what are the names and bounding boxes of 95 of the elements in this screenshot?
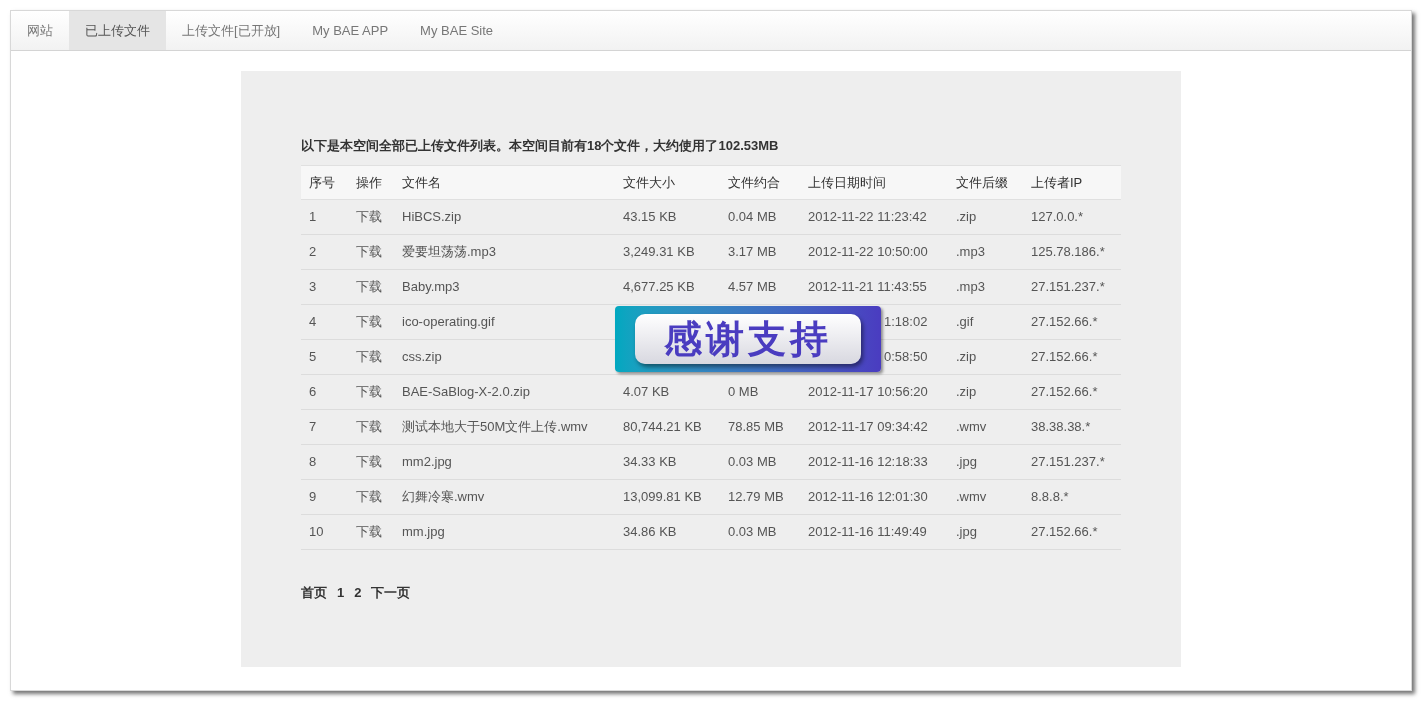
upload-time: 2012-11-21 11:43:55 <box>808 279 927 295</box>
download-link[interactable]: 下载 <box>356 209 382 225</box>
row-number: 3 <box>309 279 317 295</box>
uploader-ip: 27.151.237.* <box>1031 279 1105 295</box>
sticker-text: 感谢支持 <box>664 320 832 358</box>
file-size: 80,744.21 KB <box>623 419 702 435</box>
file-size-mb: 0.04 MB <box>728 209 777 225</box>
file-size-mb: 4.57 MB <box>728 279 777 295</box>
file-extension: .jpg <box>956 454 977 470</box>
page-link[interactable]: 下一页 <box>371 583 411 603</box>
column-header: 上传者IP <box>1031 174 1083 190</box>
row-number: 10 <box>309 524 324 540</box>
summary-text: 以下是本空间全部已上传文件列表。本空间目前有18个文件，大约使用了102.53MB <box>301 137 780 155</box>
file-name: 爱要坦荡荡.mp3 <box>402 244 496 260</box>
file-size-mb: 78.85 MB <box>728 419 784 435</box>
row-number: 9 <box>309 489 317 505</box>
file-extension: .zip <box>956 209 977 225</box>
column-header: 文件大小 <box>623 174 675 190</box>
column-header: 文件后缀 <box>956 174 1008 190</box>
row-number: 1 <box>309 209 317 225</box>
upload-time: 2012-11-22 11:23:42 <box>808 209 927 225</box>
nav-tab[interactable]: 上传文件[已开放] <box>166 11 297 50</box>
file-size-mb: 0.03 MB <box>728 454 777 470</box>
file-size: 43.15 KB <box>623 209 677 225</box>
file-size: 3,249.31 KB <box>623 244 695 260</box>
file-size: 13,099.81 KB <box>623 489 702 505</box>
file-size-mb: 12.79 MB <box>728 489 784 505</box>
column-header: 上传日期时间 <box>808 174 886 190</box>
download-link[interactable]: 下载 <box>356 524 382 540</box>
file-extension: .mp3 <box>956 279 985 295</box>
file-name: Baby.mp3 <box>402 279 460 295</box>
page-link[interactable]: 2 <box>354 583 362 603</box>
row-number: 7 <box>309 419 317 435</box>
page-link[interactable]: 1 <box>337 583 345 603</box>
file-name: 测试本地大于50M文件上传.wmv <box>402 419 588 435</box>
file-size-mb: 3.17 MB <box>728 244 777 260</box>
row-number: 8 <box>309 454 317 470</box>
file-name: mm.jpg <box>402 524 445 540</box>
row-number: 4 <box>309 314 317 330</box>
file-name: css.zip <box>402 349 442 365</box>
page-link[interactable]: 首页 <box>301 583 327 603</box>
file-name: BAE-SaBlog-X-2.0.zip <box>402 384 530 400</box>
upload-time: 2012-11-17 09:34:42 <box>808 419 928 435</box>
download-link[interactable]: 下载 <box>356 244 382 260</box>
upload-time: 2012-11-16 12:01:30 <box>808 489 928 505</box>
row-number: 5 <box>309 349 317 365</box>
file-size-mb: 0.03 MB <box>728 524 777 540</box>
file-extension: .wmv <box>956 419 987 435</box>
file-size: 4,677.25 KB <box>623 279 695 295</box>
file-name: mm2.jpg <box>402 454 452 470</box>
download-link[interactable]: 下载 <box>356 454 382 470</box>
row-number: 6 <box>309 384 317 400</box>
column-header: 操作 <box>356 174 382 190</box>
file-extension: .jpg <box>956 524 977 540</box>
file-extension: .zip <box>956 384 977 400</box>
file-size: 4.07 KB <box>623 384 670 400</box>
uploader-ip: 127.0.0.* <box>1031 209 1084 225</box>
upload-time: 2012-11-16 12:18:33 <box>808 454 928 470</box>
file-size-mb: 0 MB <box>728 384 759 400</box>
nav-tab[interactable]: 网站 <box>11 11 69 50</box>
uploader-ip: 27.151.237.* <box>1031 454 1105 470</box>
file-extension: .zip <box>956 349 977 365</box>
upload-time: 0:58:50 <box>884 349 928 365</box>
download-link[interactable]: 下载 <box>356 489 382 505</box>
file-size: 34.33 KB <box>623 454 677 470</box>
uploader-ip: 8.8.8.* <box>1031 489 1069 505</box>
upload-time: 1:18:02 <box>884 314 928 330</box>
uploader-ip: 125.78.186.* <box>1031 244 1105 260</box>
upload-time: 2012-11-16 11:49:49 <box>808 524 927 540</box>
download-link[interactable]: 下载 <box>356 384 382 400</box>
download-link[interactable]: 下载 <box>356 349 382 365</box>
uploader-ip: 27.152.66.* <box>1031 314 1098 330</box>
upload-time: 2012-11-22 10:50:00 <box>808 244 928 260</box>
uploader-ip: 38.38.38.* <box>1031 419 1091 435</box>
file-extension: .gif <box>956 314 974 330</box>
file-name: ico-operating.gif <box>402 314 495 330</box>
uploader-ip: 27.152.66.* <box>1031 384 1098 400</box>
file-extension: .mp3 <box>956 244 985 260</box>
nav-tab[interactable]: 已上传文件 <box>69 11 166 50</box>
file-extension: .wmv <box>956 489 987 505</box>
column-header: 文件约合 <box>728 174 780 190</box>
column-header: 序号 <box>309 174 335 190</box>
file-size: 34.86 KB <box>623 524 677 540</box>
uploader-ip: 27.152.66.* <box>1031 524 1098 540</box>
row-number: 2 <box>309 244 317 260</box>
uploader-ip: 27.152.66.* <box>1031 349 1098 365</box>
file-name: 幻舞冷寒.wmv <box>402 489 485 505</box>
file-name: HiBCS.zip <box>402 209 462 225</box>
nav-tab[interactable]: My BAE APP <box>296 11 405 50</box>
download-link[interactable]: 下载 <box>356 419 382 435</box>
download-link[interactable]: 下载 <box>356 279 382 295</box>
nav-tab[interactable]: My BAE Site <box>404 11 510 50</box>
download-link[interactable]: 下载 <box>356 314 382 330</box>
upload-time: 2012-11-17 10:56:20 <box>808 384 928 400</box>
column-header: 文件名 <box>402 174 441 190</box>
